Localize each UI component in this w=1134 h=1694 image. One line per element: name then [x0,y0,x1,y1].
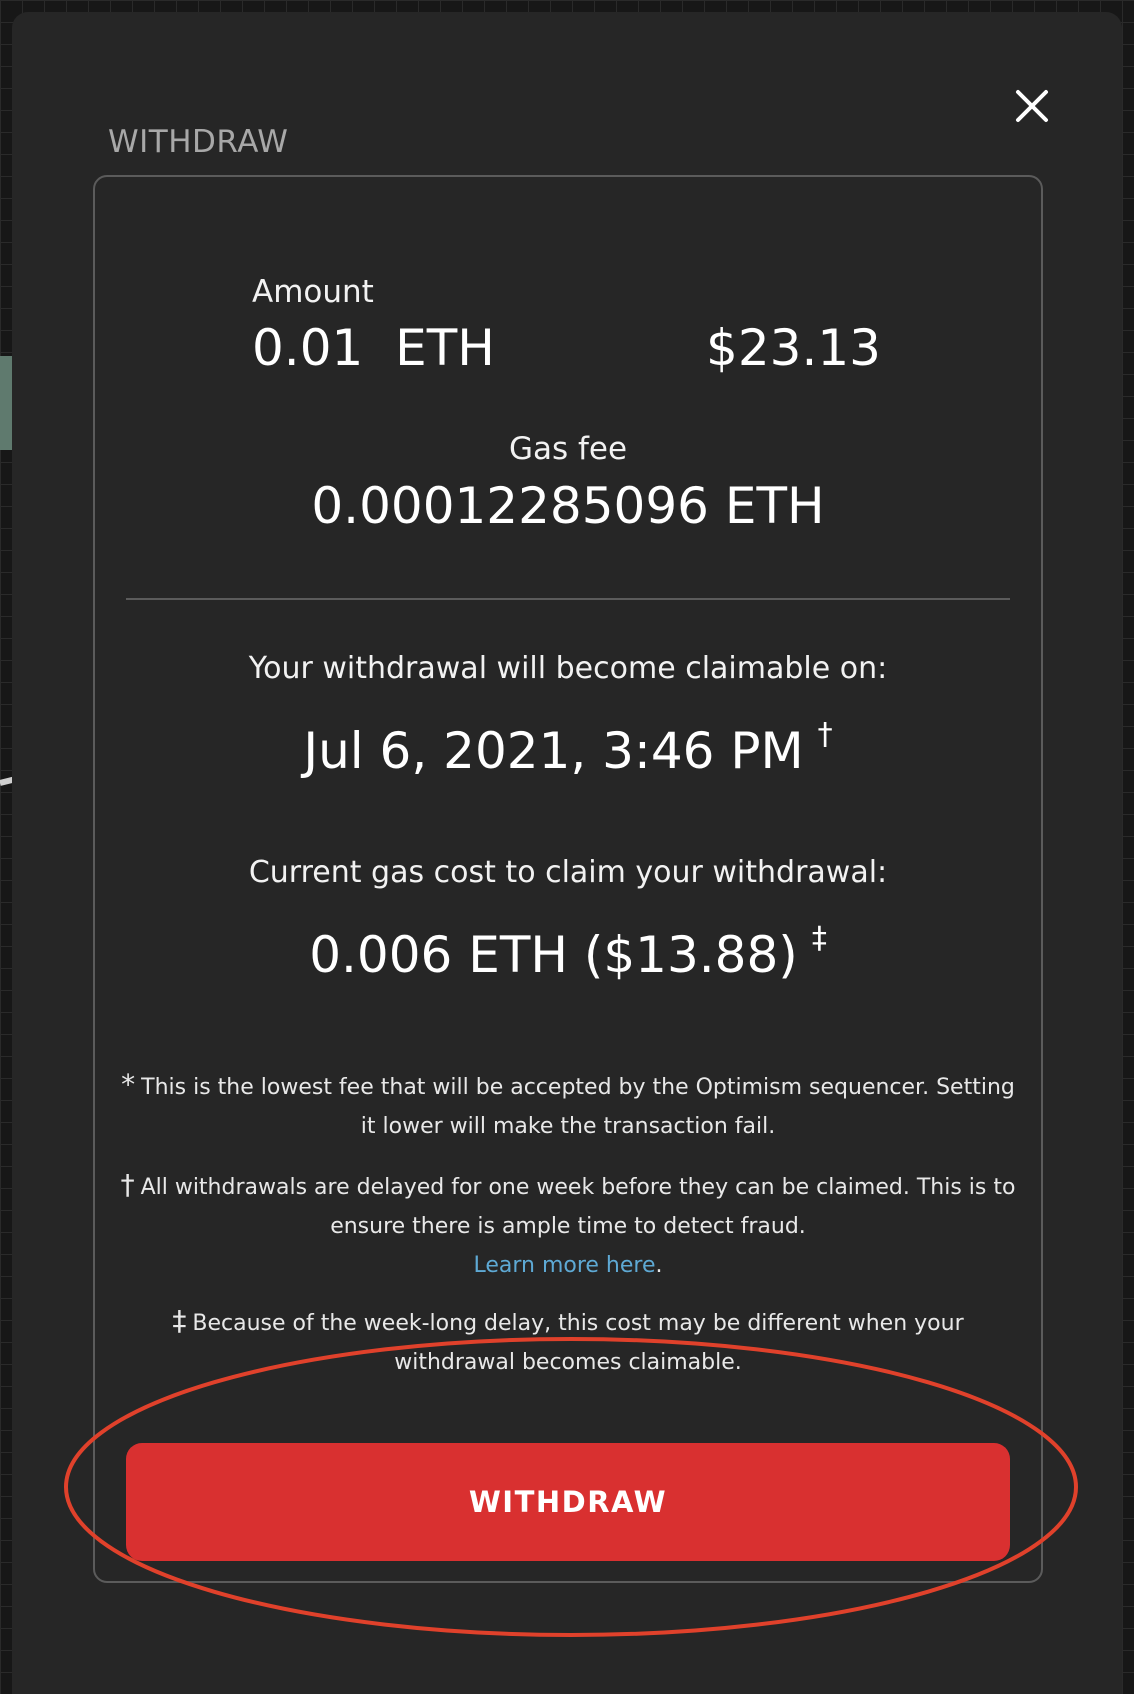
double-dagger-mark: ‡ [811,921,827,956]
claimable-label: Your withdrawal will become claimable on… [248,651,888,686]
footnote-cost-delay: ‡ Because of the week-long delay, this co… [115,1301,1021,1373]
claim-gas-value-row: 0.006 ETH ($13.88) ‡ [95,921,1041,984]
claim-gas-value: 0.006 ETH ($13.88) [309,926,798,984]
section-divider [126,598,1010,600]
gas-fee-label: Gas fee [508,431,628,467]
modal-title: WITHDRAW [108,124,289,160]
claimable-date: Jul 6, 2021, 3:46 PM [303,722,804,780]
footnote-dagger: † [120,1168,135,1201]
footnote-lowest-fee-text: This is the lowest fee that will be acce… [141,1075,1015,1139]
close-icon[interactable] [1010,84,1054,128]
gas-fee-value: 0.00012285096 ETH [311,477,825,535]
amount-eth-value: 0.01 ETH [252,319,495,377]
learn-more-link[interactable]: Learn more here [473,1253,655,1278]
footnote-withdrawal-delay: † All withdrawals are delayed for one wee… [115,1165,1021,1285]
footnote-lowest-fee: * This is the lowest fee that will be acc… [115,1065,1021,1146]
footnote-asterisk: * [121,1068,136,1101]
withdraw-modal: WITHDRAW Amount 0.01 ETH $23.13 Gas fee … [12,12,1122,1694]
dagger-mark: † [817,717,833,752]
footnote-double-dagger: ‡ [172,1304,187,1337]
claim-gas-label: Current gas cost to claim your withdrawa… [248,855,888,890]
footnote-withdrawal-delay-text: All withdrawals are delayed for one week… [140,1175,1016,1239]
amount-label: Amount [252,274,374,310]
withdraw-summary-card: Amount 0.01 ETH $23.13 Gas fee 0.0001228… [93,175,1043,1583]
amount-usd-value: $23.13 [706,319,881,377]
footnote-cost-delay-text: Because of the week-long delay, this cos… [192,1311,964,1373]
claimable-date-row: Jul 6, 2021, 3:46 PM † [95,717,1041,780]
withdraw-button[interactable]: WITHDRAW [126,1443,1010,1561]
footnote-period: . [655,1253,663,1278]
